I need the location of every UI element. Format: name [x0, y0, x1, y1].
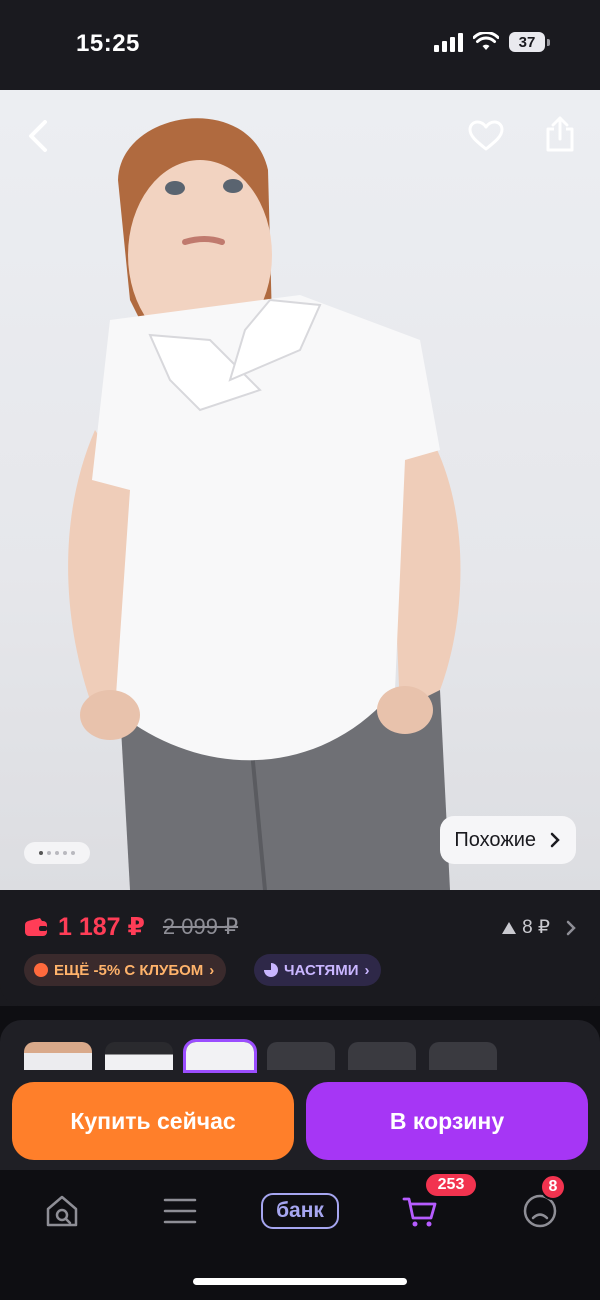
add-to-cart-button[interactable]: В корзину — [306, 1082, 588, 1160]
favorite-button[interactable] — [464, 114, 508, 158]
bonus-value: 8 ₽ — [522, 917, 550, 938]
variant-thumbnail-selected[interactable] — [183, 1039, 257, 1073]
home-indicator[interactable] — [193, 1278, 407, 1285]
profile-badge: 8 — [540, 1174, 566, 1200]
home-search-icon — [46, 1195, 78, 1227]
status-icons: 37 — [434, 32, 550, 52]
tab-profile[interactable]: 8 — [510, 1174, 570, 1236]
tab-bank[interactable]: банк — [258, 1186, 342, 1236]
variant-thumbnails — [24, 1039, 497, 1073]
bonus-points[interactable]: 8 ₽ — [502, 916, 576, 939]
signal-icon — [434, 32, 463, 52]
product-photo — [68, 118, 461, 890]
pie-icon — [264, 963, 278, 977]
bottom-area: Купить сейчас В корзину банк 253 8 — [0, 1006, 600, 1300]
chevron-right-icon: › — [209, 961, 215, 979]
variant-thumbnail[interactable] — [24, 1042, 92, 1070]
tab-bar: банк 253 8 — [0, 1172, 600, 1250]
similar-label: Похожие — [454, 828, 536, 851]
tab-catalog[interactable] — [150, 1186, 210, 1236]
bonus-icon — [502, 921, 517, 934]
action-buttons: Купить сейчас В корзину — [12, 1082, 588, 1160]
club-chip-label: ЕЩЁ -5% С КЛУБОМ — [54, 961, 204, 979]
chevron-left-icon — [29, 120, 47, 152]
variant-thumbnail[interactable] — [429, 1042, 497, 1070]
cart-icon — [402, 1197, 437, 1227]
battery-level: 37 — [509, 32, 545, 52]
heart-icon — [468, 120, 504, 151]
status-bar: 15:25 37 — [0, 0, 600, 90]
parts-chip-label: ЧАСТЯМИ — [284, 961, 359, 979]
back-button[interactable] — [16, 114, 60, 158]
installments-chip[interactable]: ЧАСТЯМИ › — [254, 954, 382, 986]
chevron-right-icon — [550, 832, 560, 848]
tab-cart[interactable]: 253 — [390, 1172, 478, 1236]
price-row: 1 187 ₽ 2 099 ₽ — [24, 912, 238, 942]
variant-thumbnail[interactable] — [267, 1042, 335, 1070]
wallet-icon — [25, 918, 47, 936]
image-pagination — [24, 842, 90, 864]
variant-thumbnail[interactable] — [348, 1042, 416, 1070]
status-time: 15:25 — [76, 30, 140, 57]
battery-icon: 37 — [509, 32, 550, 52]
tab-home[interactable] — [32, 1186, 92, 1236]
buy-now-button[interactable]: Купить сейчас — [12, 1082, 294, 1160]
variant-thumbnail[interactable] — [105, 1042, 173, 1070]
chevron-right-icon — [566, 920, 576, 935]
wifi-icon — [473, 32, 499, 50]
similar-button[interactable]: Похожие — [440, 816, 576, 864]
current-price: 1 187 ₽ — [58, 913, 145, 941]
menu-icon — [163, 1198, 197, 1224]
old-price: 2 099 ₽ — [162, 914, 239, 939]
bank-logo: банк — [261, 1193, 339, 1229]
share-icon — [546, 116, 574, 152]
price-panel: 1 187 ₽ 2 099 ₽ 8 ₽ ЕЩЁ -5% С КЛУБОМ › Ч… — [0, 890, 600, 1006]
club-discount-chip[interactable]: ЕЩЁ -5% С КЛУБОМ › — [24, 954, 227, 986]
cart-badge: 253 — [424, 1172, 478, 1198]
product-image[interactable]: Похожие — [0, 90, 600, 890]
share-button[interactable] — [538, 112, 582, 156]
chevron-right-icon: › — [364, 961, 370, 979]
club-icon — [34, 963, 48, 977]
